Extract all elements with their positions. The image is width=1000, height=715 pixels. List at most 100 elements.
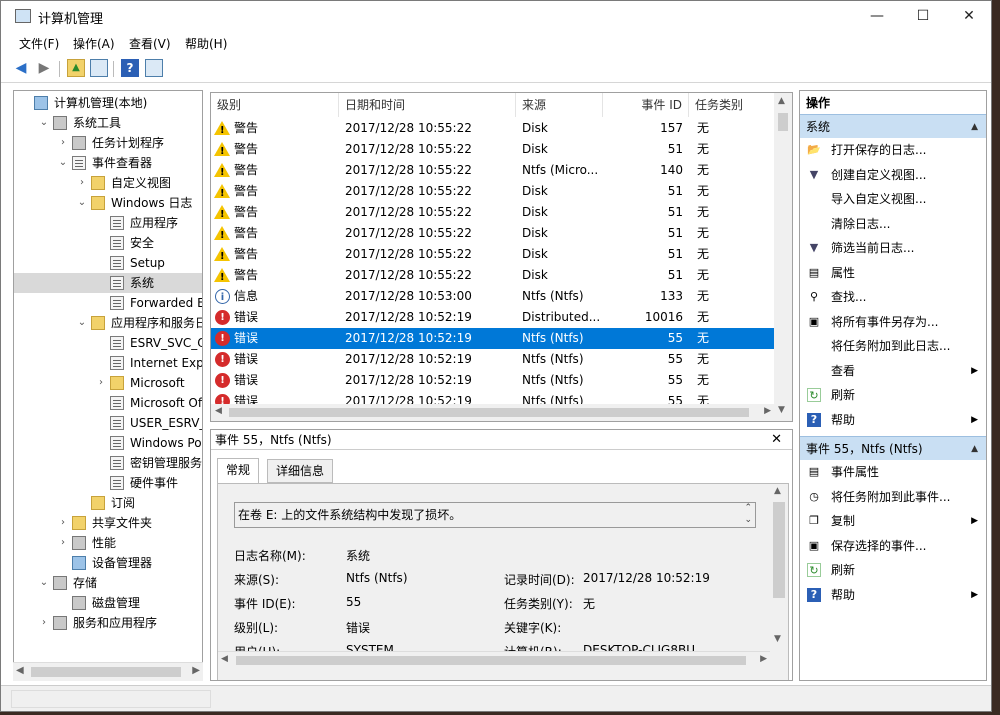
table-row[interactable]: i 信息 2017/12/28 10:53:00 Ntfs (Ntfs) 133 无 — [211, 286, 775, 307]
tree-item[interactable]: 密钥管理服务 — [14, 453, 202, 473]
collapse-up-icon[interactable]: ▲ — [971, 115, 978, 139]
close-button[interactable]: ✕ — [946, 1, 991, 32]
table-row[interactable]: ! 错误 2017/12/28 10:52:19 Ntfs (Ntfs) 55 无 — [211, 349, 775, 370]
scroll-thumb[interactable] — [31, 667, 181, 677]
action-item[interactable]: ◷ 将任务附加到此事件... — [800, 485, 986, 509]
action-item[interactable]: 清除日志... — [800, 212, 986, 236]
forward-arrow-icon[interactable]: ▶ — [35, 59, 53, 77]
scroll-thumb[interactable] — [778, 113, 788, 131]
tree-item[interactable]: 硬件事件 — [14, 473, 202, 493]
tree-item[interactable]: › 性能 — [14, 533, 202, 553]
description-scroll-icon[interactable]: ⌃ ⌄ — [744, 502, 752, 526]
expand-arrow-icon[interactable]: › — [58, 533, 68, 553]
scroll-thumb[interactable] — [236, 656, 746, 665]
menu-action[interactable]: 操作(A) — [73, 35, 115, 52]
expand-arrow-icon[interactable]: › — [58, 133, 68, 153]
collapse-up-icon[interactable]: ▲ — [971, 437, 978, 461]
expand-arrow-icon[interactable]: › — [77, 173, 87, 193]
menu-file[interactable]: 文件(F) — [19, 35, 59, 52]
menu-help[interactable]: 帮助(H) — [185, 35, 227, 52]
tree-item[interactable]: 应用程序 — [14, 213, 202, 233]
tree-item[interactable]: 订阅 — [14, 493, 202, 513]
tree-item[interactable]: 磁盘管理 — [14, 593, 202, 613]
help-icon[interactable]: ? — [121, 59, 139, 77]
action-item[interactable]: ↻ 刷新 — [800, 558, 986, 582]
action-item[interactable]: ? 帮助 ▶ — [800, 583, 986, 607]
expand-arrow-icon[interactable]: › — [96, 373, 106, 393]
tree-item[interactable]: › Microsoft — [14, 373, 202, 393]
collapse-arrow-icon[interactable]: ⌄ — [39, 113, 49, 133]
tree-item[interactable]: 安全 — [14, 233, 202, 253]
tree-item[interactable]: › 任务计划程序 — [14, 133, 202, 153]
tree-item[interactable]: ⌄ 事件查看器 — [14, 153, 202, 173]
action-item[interactable]: ▤ 属性 — [800, 261, 986, 285]
show-hide-action-pane-icon[interactable] — [145, 59, 163, 77]
action-item[interactable]: ▼ 创建自定义视图... — [800, 163, 986, 187]
show-hide-tree-icon[interactable] — [90, 59, 108, 77]
actions-section-system[interactable]: 系统 ▲ — [800, 114, 986, 138]
tree-item[interactable]: 计算机管理(本地) — [14, 93, 202, 113]
column-header[interactable]: 级别 — [211, 93, 339, 117]
table-row[interactable]: ! 警告 2017/12/28 10:55:22 Disk 51 无 — [211, 139, 775, 160]
tree-item[interactable]: › 服务和应用程序 — [14, 613, 202, 633]
table-row[interactable]: ! 警告 2017/12/28 10:55:22 Disk 51 无 — [211, 244, 775, 265]
table-row[interactable]: ! 警告 2017/12/28 10:55:22 Disk 51 无 — [211, 181, 775, 202]
collapse-arrow-icon[interactable]: ⌄ — [77, 193, 87, 213]
event-list-horizontal-scrollbar[interactable]: ◀ ▶ — [211, 404, 775, 421]
actions-section-event[interactable]: 事件 55，Ntfs (Ntfs) ▲ — [800, 436, 986, 460]
action-item[interactable]: ▤ 事件属性 — [800, 460, 986, 484]
expand-arrow-icon[interactable]: › — [58, 513, 68, 533]
tree-item[interactable]: › 自定义视图 — [14, 173, 202, 193]
scroll-down-icon[interactable]: ▼ — [778, 405, 785, 415]
title-bar[interactable]: 计算机管理 — ☐ ✕ — [1, 1, 991, 32]
tree-item[interactable]: USER_ESRV_SV — [14, 413, 202, 433]
tree-item[interactable]: › 共享文件夹 — [14, 513, 202, 533]
table-row[interactable]: ! 错误 2017/12/28 10:52:19 Ntfs (Ntfs) 55 无 — [211, 370, 775, 391]
action-item[interactable]: ↻ 刷新 — [800, 383, 986, 407]
scroll-down-icon[interactable]: ▼ — [774, 634, 781, 644]
detail-horizontal-scrollbar[interactable]: ◀ ▶ — [218, 651, 770, 669]
collapse-arrow-icon[interactable]: ⌄ — [39, 573, 49, 593]
scroll-left-icon[interactable]: ◀ — [221, 654, 228, 664]
tree-item[interactable]: Windows Powe — [14, 433, 202, 453]
tree-horizontal-scrollbar[interactable]: ◀ ▶ — [13, 662, 203, 681]
column-header[interactable]: 事件 ID — [603, 93, 689, 117]
scroll-left-icon[interactable]: ◀ — [215, 406, 222, 416]
scroll-right-icon[interactable]: ▶ — [760, 654, 767, 664]
action-item[interactable]: ▣ 将所有事件另存为... — [800, 310, 986, 334]
action-item[interactable]: 导入自定义视图... — [800, 187, 986, 211]
action-item[interactable]: 📂 打开保存的日志... — [800, 138, 986, 162]
tree-item[interactable]: ⌄ Windows 日志 — [14, 193, 202, 213]
back-arrow-icon[interactable]: ◀ — [12, 59, 30, 77]
table-row[interactable]: ! 错误 2017/12/28 10:52:19 Distributed... 1001… — [211, 307, 775, 328]
table-row[interactable]: ! 警告 2017/12/28 10:55:22 Ntfs (Micro... 140 无 — [211, 160, 775, 181]
action-item[interactable]: 查看 ▶ — [800, 359, 986, 383]
maximize-button[interactable]: ☐ — [900, 1, 946, 32]
detail-vertical-scrollbar[interactable]: ▲ ▼ — [770, 484, 788, 652]
scroll-left-icon[interactable]: ◀ — [16, 665, 24, 676]
tree-item[interactable]: ESRV_SVC_QUE — [14, 333, 202, 353]
tree-item[interactable]: Forwarded Eve — [14, 293, 202, 313]
action-item[interactable]: ❐ 复制 ▶ — [800, 509, 986, 533]
column-header[interactable]: 来源 — [516, 93, 603, 117]
scroll-thumb[interactable] — [229, 408, 749, 417]
table-row[interactable]: ! 警告 2017/12/28 10:55:22 Disk 51 无 — [211, 265, 775, 286]
menu-view[interactable]: 查看(V) — [129, 35, 171, 52]
tree-item[interactable]: Microsoft Offic — [14, 393, 202, 413]
tab-details[interactable]: 详细信息 — [267, 459, 334, 483]
scroll-up-icon[interactable]: ▲ — [774, 486, 781, 496]
tree-item[interactable]: 系统 — [14, 273, 202, 293]
tree-item[interactable]: ⌄ 应用程序和服务日志 — [14, 313, 202, 333]
collapse-arrow-icon[interactable]: ⌄ — [77, 313, 87, 333]
minimize-button[interactable]: — — [854, 1, 900, 32]
tree-item[interactable]: ⌄ 系统工具 — [14, 113, 202, 133]
collapse-arrow-icon[interactable]: ⌄ — [58, 153, 68, 173]
tree-item[interactable]: 设备管理器 — [14, 553, 202, 573]
column-header[interactable]: 日期和时间 — [339, 93, 516, 117]
event-list-vertical-scrollbar[interactable]: ▲ ▼ — [774, 93, 792, 421]
action-item[interactable]: 将任务附加到此日志... — [800, 334, 986, 358]
event-description[interactable]: 在卷 E: 上的文件系统结构中发现了损坏。 ⌃ ⌄ — [234, 502, 756, 528]
table-row[interactable]: ! 警告 2017/12/28 10:55:22 Disk 157 无 — [211, 118, 775, 139]
up-folder-icon[interactable]: ▲ — [67, 59, 85, 77]
scroll-up-icon[interactable]: ▲ — [778, 96, 785, 106]
